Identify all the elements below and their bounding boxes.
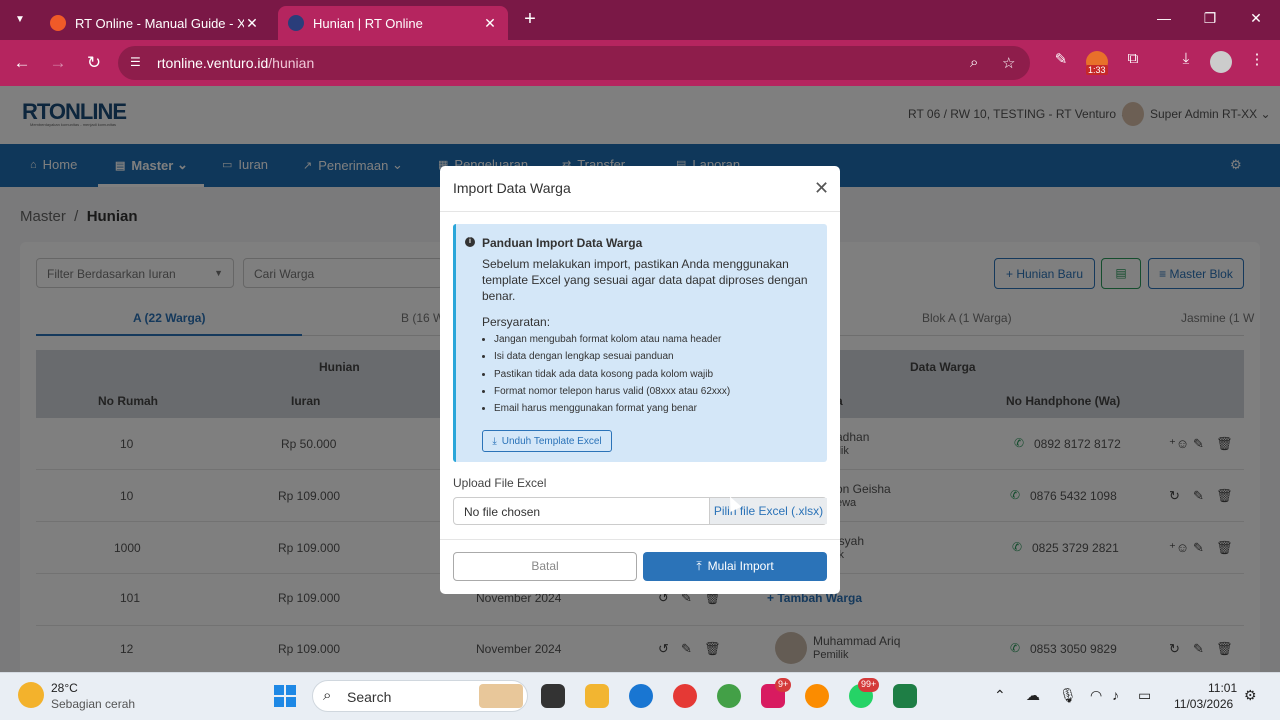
microphone-icon[interactable]: 🎙 <box>1059 687 1077 704</box>
tray-chevron-up-icon[interactable]: ⌃ <box>994 687 1006 704</box>
download-icon: ⤓ <box>492 435 497 447</box>
requirements-title: Persyaratan: <box>482 315 551 329</box>
windows-start-icon[interactable] <box>274 685 296 707</box>
list-item: Pastikan tidak ada data kosong pada kolo… <box>494 369 814 386</box>
clock-time[interactable]: 11:01 <box>1208 681 1237 695</box>
requirements-list: Jangan mengubah format kolom atau nama h… <box>494 334 814 420</box>
clock-date[interactable]: 11/03/2026 <box>1174 697 1233 711</box>
chrome-alt-icon[interactable] <box>805 684 829 708</box>
download-template-button[interactable]: ⤓ Unduh Template Excel <box>482 430 612 452</box>
list-item: Isi data dengan lengkap sesuai panduan <box>494 351 814 368</box>
bookmark-star-icon[interactable]: ☆ <box>1002 54 1015 72</box>
forward-button[interactable]: → <box>47 52 69 74</box>
browser-tab-hunian[interactable]: Hunian | RT Online ✕ <box>278 6 508 40</box>
site-info-icon[interactable]: ☰ <box>130 55 141 69</box>
list-item: Email harus menggunakan format yang bena… <box>494 403 814 420</box>
info-icon: i <box>465 237 475 247</box>
whatsapp-badge: 99+ <box>858 678 880 692</box>
rtonline-favicon-icon <box>288 15 304 31</box>
file-explorer-icon[interactable] <box>585 684 609 708</box>
close-tab-icon[interactable]: ✕ <box>244 15 260 32</box>
tab-title: RT Online - Manual Guide - Xm <box>75 15 244 31</box>
guide-title: Panduan Import Data Warga <box>482 236 643 250</box>
timer-extension-badge: 1:33 <box>1086 65 1108 75</box>
close-icon[interactable]: ✕ <box>814 178 829 199</box>
browser-tab-manual-guide[interactable]: RT Online - Manual Guide - Xm ✕ <box>40 6 270 40</box>
url-bar[interactable]: ☰ rtonline.venturo.id/hunian ⌕ ☆ <box>118 46 1030 80</box>
modal-title: Import Data Warga <box>453 180 571 196</box>
chrome-icon[interactable] <box>717 684 741 708</box>
volume-icon[interactable]: ♪ <box>1112 687 1119 703</box>
list-item: Jangan mengubah format kolom atau nama h… <box>494 334 814 351</box>
upload-label: Upload File Excel <box>453 476 547 490</box>
minimize-button[interactable]: — <box>1154 10 1174 26</box>
back-button[interactable]: ← <box>11 52 33 74</box>
task-view-icon[interactable] <box>541 684 565 708</box>
wifi-icon[interactable]: ◠ <box>1090 687 1102 704</box>
start-import-button[interactable]: ⤒ Mulai Import <box>643 552 827 581</box>
taskbar-search-box[interactable]: ⌕ Search <box>312 680 528 712</box>
battery-icon[interactable]: ▭ <box>1138 687 1151 704</box>
weather-description: Sebagian cerah <box>51 697 136 711</box>
edge-icon[interactable] <box>629 684 653 708</box>
pen-extension-icon[interactable]: ✎ <box>1050 50 1072 68</box>
new-tab-button[interactable]: + <box>520 8 540 31</box>
guide-description: Sebelum melakukan import, pastikan Anda … <box>482 257 808 303</box>
profile-avatar-icon[interactable] <box>1210 51 1232 73</box>
search-highlight-image <box>479 684 523 708</box>
browser-menu-icon[interactable]: ⋮ <box>1246 50 1268 68</box>
extensions-puzzle-icon[interactable]: ⧉ <box>1122 50 1144 67</box>
cloud-icon[interactable]: ☁ <box>1026 687 1040 704</box>
excel-icon[interactable] <box>893 684 917 708</box>
cancel-button[interactable]: Batal <box>453 552 637 581</box>
restore-button[interactable]: ❐ <box>1200 10 1220 27</box>
zoom-icon[interactable]: ⌕ <box>970 54 978 71</box>
url-text: rtonline.venturo.id/hunian <box>157 55 315 71</box>
rtonline-favicon-icon <box>50 15 66 31</box>
weather-sun-icon[interactable] <box>18 682 44 708</box>
close-tab-icon[interactable]: ✕ <box>482 15 498 32</box>
file-status: No file chosen <box>464 505 541 519</box>
tab-title: Hunian | RT Online <box>313 15 423 31</box>
weather-temperature: 28°C <box>51 681 78 695</box>
downloads-icon[interactable]: ⤓ <box>1175 50 1197 67</box>
divider <box>440 539 840 540</box>
import-modal: Import Data Warga ✕ i Panduan Import Dat… <box>440 166 840 594</box>
notification-icon[interactable]: ⚙ <box>1244 687 1257 704</box>
tab-search-chevron-icon[interactable]: ▼ <box>10 10 30 30</box>
file-upload-input[interactable]: No file chosen Pilih file Excel (.xlsx) <box>453 497 827 525</box>
discord-badge: 9+ <box>775 678 792 692</box>
reload-button[interactable]: ↻ <box>83 52 105 74</box>
search-icon: ⌕ <box>323 687 332 704</box>
chrome-profile-icon[interactable] <box>673 684 697 708</box>
divider <box>440 211 840 212</box>
browser-tab-strip: ▼ RT Online - Manual Guide - Xm ✕ Hunian… <box>0 0 1280 40</box>
close-window-button[interactable]: ✕ <box>1246 10 1266 27</box>
search-label: Search <box>347 689 392 705</box>
list-item: Format nomor telepon harus valid (08xxx … <box>494 386 814 403</box>
upload-icon: ⤒ <box>696 559 702 573</box>
